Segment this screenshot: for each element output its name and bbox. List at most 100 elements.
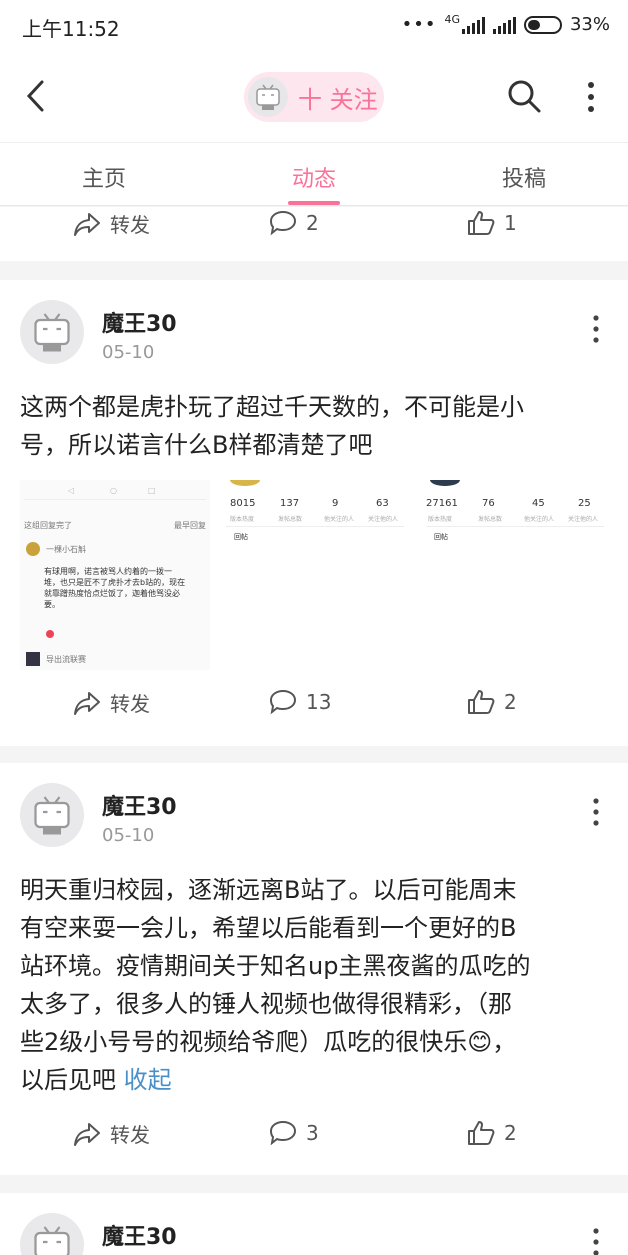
avatar[interactable] xyxy=(20,300,84,364)
tv-face-icon xyxy=(256,84,280,110)
back-icon: ◁ xyxy=(68,486,75,495)
avatar xyxy=(248,77,288,117)
post-more-icon[interactable] xyxy=(586,314,606,344)
thumb-stat-label: 他关注的人 xyxy=(324,516,355,523)
post-text-line: 站环境。疫情期间关于知名up主黑夜酱的瓜吃的 xyxy=(20,952,531,980)
tv-face-icon xyxy=(34,1226,70,1255)
thumb-header-text: 这组回复完了 xyxy=(24,521,72,530)
post-card-partial: 魔王30 xyxy=(0,1193,628,1255)
thumb-avatar-edge xyxy=(230,480,260,486)
repost-label: 转发 xyxy=(110,1123,150,1147)
share-arrow-icon xyxy=(74,1122,100,1146)
post-date: 05-10 xyxy=(102,342,155,363)
thumb-stat: 137 xyxy=(280,498,300,509)
thumb-stat: 45 xyxy=(532,498,545,509)
image-thumbnail[interactable]: 8015 137 9 63 版本热度 发帖总数 他关注的人 关注他的人 回帖 xyxy=(220,480,410,670)
like-count: 2 xyxy=(504,1121,517,1145)
post-text-line: 号，所以诺言什么B样都清楚了吧 xyxy=(20,431,373,459)
post-card: 魔王30 05-10 这两个都是虎扑玩了超过千天数的，不可能是小 号，所以诺言什… xyxy=(0,280,628,746)
thumbs-up-icon xyxy=(468,211,495,235)
comment-button[interactable]: 3 xyxy=(268,1119,319,1147)
thumb-tab: 回帖 xyxy=(434,533,448,541)
repost-button[interactable]: 转发 xyxy=(72,688,150,717)
post-text-line: 有空来耍一会儿，希望以后能看到一个更好的B xyxy=(20,914,517,942)
like-button[interactable]: 2 xyxy=(466,688,517,716)
repost-button[interactable]: 转发 xyxy=(72,209,150,238)
avatar[interactable] xyxy=(20,1213,84,1255)
thumb-user-name: 一棵小石斛 xyxy=(46,545,86,554)
top-nav: 十 关注 xyxy=(0,52,628,142)
divider xyxy=(226,526,404,527)
post-more-icon[interactable] xyxy=(586,1227,606,1255)
thumb-stat: 76 xyxy=(482,498,495,509)
thumb-body-line: 要。 xyxy=(44,600,60,609)
post-card-partial: 转发 2 1 xyxy=(0,207,628,261)
avatar[interactable] xyxy=(20,783,84,847)
tv-face-icon xyxy=(34,796,70,835)
comment-icon xyxy=(269,1120,297,1146)
thumb-user-avatar xyxy=(26,652,40,666)
active-tab-indicator xyxy=(288,201,340,205)
post-actions: 转发 3 2 xyxy=(0,1119,628,1159)
post-text: 这两个都是虎扑玩了超过千天数的，不可能是小 号，所以诺言什么B样都清楚了吧 xyxy=(20,388,610,464)
post-text-line: 以后见吧 收起 xyxy=(20,1061,610,1099)
search-icon[interactable] xyxy=(506,78,542,114)
thumb-avatar-edge xyxy=(430,480,460,486)
collapse-link[interactable]: 收起 xyxy=(124,1066,172,1094)
more-options-icon[interactable] xyxy=(580,80,602,114)
back-arrow-icon[interactable] xyxy=(22,78,50,114)
post-more-icon[interactable] xyxy=(586,797,606,827)
username[interactable]: 魔王30 xyxy=(102,306,177,338)
share-arrow-icon xyxy=(74,691,100,715)
post-card: 魔王30 05-10 明天重归校园，逐渐远离B站了。以后可能周末 有空来耍一会儿… xyxy=(0,763,628,1175)
signal-icon-2 xyxy=(492,16,516,34)
tab-submissions[interactable]: 投稿 xyxy=(464,161,584,193)
recent-icon: □ xyxy=(148,486,156,495)
repost-label: 转发 xyxy=(110,692,150,716)
thumbs-up-icon xyxy=(468,690,495,714)
like-count: 1 xyxy=(504,211,517,235)
comment-button[interactable]: 2 xyxy=(268,209,319,237)
comment-icon xyxy=(269,210,297,236)
post-images: ◁ ○ □ 这组回复完了 最早回复 一棵小石斛 有球用啊，诺言被骂人约着的一拨一… xyxy=(20,480,610,670)
like-button[interactable]: 2 xyxy=(466,1119,517,1147)
thumb-stat-label: 他关注的人 xyxy=(524,516,555,523)
repost-label: 转发 xyxy=(110,213,150,237)
signal-icon xyxy=(461,16,485,34)
post-text-line: 太多了，很多人的锤人视频也做得很精彩，（那 xyxy=(20,990,512,1018)
image-thumbnail[interactable]: 27161 76 45 25 版本热度 发帖总数 他关注的人 关注他的人 回帖 xyxy=(420,480,610,670)
notification-dots-icon: ••• xyxy=(401,14,437,35)
status-icons: ••• 4G 33% xyxy=(401,13,610,35)
home-icon: ○ xyxy=(110,486,117,495)
image-thumbnail[interactable]: ◁ ○ □ 这组回复完了 最早回复 一棵小石斛 有球用啊，诺言被骂人约着的一拨一… xyxy=(20,480,210,670)
comment-button[interactable]: 13 xyxy=(268,688,331,716)
follow-button[interactable]: 十 关注 xyxy=(244,72,384,122)
comment-count: 13 xyxy=(306,690,332,714)
thumb-body-line: 就靠蹭热度恰点烂饭了，迦着他骂没必 xyxy=(44,589,180,598)
thumb-tab: 回帖 xyxy=(234,533,248,541)
post-text: 明天重归校园，逐渐远离B站了。以后可能周末 有空来耍一会儿，希望以后能看到一个更… xyxy=(20,871,610,1099)
thumb-stat: 25 xyxy=(578,498,591,509)
post-text-tail: 以后见吧 xyxy=(20,1066,116,1094)
thumb-sort-text: 最早回复 xyxy=(174,521,206,530)
thumb-stat: 63 xyxy=(376,498,389,509)
post-text-line: 这两个都是虎扑玩了超过千天数的，不可能是小 xyxy=(20,393,524,421)
thumb-like-icon xyxy=(46,630,54,638)
thumb-body: 有球用啊，诺言被骂人约着的一拨一 堆，也只是匠不了虎扑才去b站的，现在 就靠蹭热… xyxy=(44,566,206,610)
tv-face-icon xyxy=(34,313,70,352)
status-bar: 上午11:52 ••• 4G 33% xyxy=(0,0,628,52)
post-actions: 转发 13 2 xyxy=(0,688,628,728)
repost-button[interactable]: 转发 xyxy=(72,1119,150,1148)
tab-dynamics[interactable]: 动态 xyxy=(254,161,374,193)
thumb-stat-label: 关注他的人 xyxy=(368,516,399,523)
username[interactable]: 魔王30 xyxy=(102,1219,177,1251)
username[interactable]: 魔王30 xyxy=(102,789,177,821)
share-arrow-icon xyxy=(74,212,100,236)
thumb-stat-label: 发帖总数 xyxy=(478,516,503,523)
network-type: 4G xyxy=(444,13,460,26)
thumb-user-name: 导出流联赛 xyxy=(46,655,86,664)
follow-label: 十 关注 xyxy=(298,85,378,114)
thumbs-up-icon xyxy=(468,1121,495,1145)
like-button[interactable]: 1 xyxy=(466,209,517,237)
tab-home[interactable]: 主页 xyxy=(44,161,164,193)
